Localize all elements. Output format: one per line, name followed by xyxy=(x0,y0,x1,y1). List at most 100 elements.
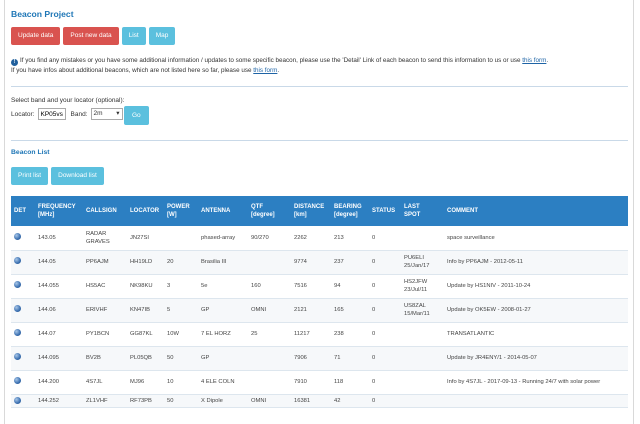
detail-icon[interactable] xyxy=(14,396,21,404)
cell-callsign: HS5AC xyxy=(83,274,127,299)
cell-locator: GG87KL xyxy=(127,322,164,347)
cell-frequency: 144.05 xyxy=(35,250,83,275)
post-new-data-button[interactable]: Post new data xyxy=(63,27,119,45)
cell-detail xyxy=(11,346,35,371)
cell-distance: 9774 xyxy=(291,250,331,275)
cell-locator: PL05QB xyxy=(127,346,164,371)
band-select[interactable]: 2m ▾ xyxy=(90,108,123,120)
cell-antenna: GP xyxy=(198,298,248,323)
info-text-1: If you find any mistakes or you have som… xyxy=(20,57,523,64)
cell-status: 0 xyxy=(369,226,401,251)
band-select-value: 2m xyxy=(93,110,103,117)
download-list-button[interactable]: Download list xyxy=(51,167,104,185)
header-qtf[interactable]: QTF [degree] xyxy=(248,196,291,226)
action-buttons: Update data Post new data List Map xyxy=(11,27,176,45)
selector-label: Select band and your locator (optional): xyxy=(11,97,125,104)
cell-bearing: 118 xyxy=(331,370,369,395)
cell-power: 5 xyxy=(164,298,198,323)
cell-status: 0 xyxy=(369,370,401,395)
cell-qtf xyxy=(248,250,291,275)
info-notice: ! If you find any mistakes or you have so… xyxy=(11,56,621,76)
cell-last-spot xyxy=(401,346,444,371)
cell-callsign: PP6AJM xyxy=(83,250,127,275)
detail-icon[interactable] xyxy=(14,377,21,384)
header-frequency[interactable]: FREQUENCY [MHz] xyxy=(35,196,83,226)
cell-qtf: 25 xyxy=(248,322,291,347)
cell-locator: JN27SI xyxy=(127,226,164,251)
cell-detail xyxy=(11,322,35,347)
detail-icon[interactable] xyxy=(14,329,21,336)
table-row: 144.06 ERIVHF KN47IB 5 GP OMNI 2121 165 0 US8ZAL 1… xyxy=(11,298,628,323)
cell-bearing: 165 xyxy=(331,298,369,323)
list-buttons: Print list Download list xyxy=(11,167,104,185)
divider xyxy=(11,86,628,87)
detail-icon[interactable] xyxy=(14,305,21,312)
header-comment[interactable]: COMMENT xyxy=(444,196,628,226)
cell-distance: 11217 xyxy=(291,322,331,347)
this-form-link-2[interactable]: this form xyxy=(253,67,277,74)
cell-last-spot: HS2JFW 23/Jul/11 xyxy=(401,274,444,299)
table-row: 144.252 ZL1VHF RF73PB 50 X Dipole OMNI 16381 42… xyxy=(11,394,628,408)
update-data-button[interactable]: Update data xyxy=(11,27,61,45)
cell-qtf: 90/270 xyxy=(248,226,291,251)
cell-power xyxy=(164,226,198,251)
detail-icon[interactable] xyxy=(14,353,21,360)
cell-status: 0 xyxy=(369,274,401,299)
cell-comment: Update by JR4ENY/1 - 2014-05-07 xyxy=(444,346,628,371)
cell-callsign: ZL1VHF xyxy=(83,394,127,408)
header-status[interactable]: STATUS xyxy=(369,196,401,226)
cell-power: 20 xyxy=(164,250,198,275)
print-list-button[interactable]: Print list xyxy=(11,167,49,185)
header-distance[interactable]: DISTANCE [km] xyxy=(291,196,331,226)
cell-comment: TRANSATLANTIC xyxy=(444,322,628,347)
cell-detail xyxy=(11,226,35,251)
exclamation-icon: ! xyxy=(11,59,18,66)
detail-icon[interactable] xyxy=(14,281,21,288)
cell-power: 3 xyxy=(164,274,198,299)
detail-icon[interactable] xyxy=(14,232,21,240)
page-border-right xyxy=(633,0,634,424)
cell-distance: 7516 xyxy=(291,274,331,299)
cell-frequency: 144.200 xyxy=(35,370,83,395)
header-last-spot[interactable]: LAST SPOT xyxy=(401,196,444,226)
info-line-1: ! If you find any mistakes or you have so… xyxy=(11,56,621,66)
header-bearing[interactable]: BEARING [degree] xyxy=(331,196,369,226)
header-power[interactable]: POWER [W] xyxy=(164,196,198,226)
cell-frequency: 144.06 xyxy=(35,298,83,323)
cell-frequency: 144.095 xyxy=(35,346,83,371)
header-locator[interactable]: LOCATOR xyxy=(127,196,164,226)
cell-power: 50 xyxy=(164,346,198,371)
go-button[interactable]: Go xyxy=(124,106,149,125)
this-form-link-1[interactable]: this form xyxy=(522,57,546,64)
cell-detail xyxy=(11,394,35,408)
cell-locator: RF73PB xyxy=(127,394,164,408)
band-label: Band: xyxy=(70,110,88,118)
cell-status: 0 xyxy=(369,298,401,323)
cell-antenna: phased-array xyxy=(198,226,248,251)
info-text-2-end: . xyxy=(277,67,280,74)
list-button[interactable]: List xyxy=(121,27,146,45)
cell-bearing: 213 xyxy=(331,226,369,251)
cell-callsign: PY1BCN xyxy=(83,322,127,347)
header-callsign[interactable]: CALLSIGN xyxy=(83,196,127,226)
cell-status: 0 xyxy=(369,250,401,275)
cell-antenna: 5e xyxy=(198,274,248,299)
cell-qtf: OMNI xyxy=(248,394,291,408)
table-row: 144.095 BV2B PL05QB 50 GP 7906 71 0 Update by JR… xyxy=(11,346,628,371)
cell-bearing: 237 xyxy=(331,250,369,275)
cell-frequency: 143.05 xyxy=(35,226,83,251)
detail-icon[interactable] xyxy=(14,257,21,264)
beacon-list-title: Beacon List xyxy=(11,149,50,156)
header-antenna[interactable]: ANTENNA xyxy=(198,196,248,226)
cell-comment: space surveillance xyxy=(444,226,628,251)
cell-comment: Info by 4S7JL - 2017-09-13 - Running 24/… xyxy=(444,370,628,395)
cell-last-spot xyxy=(401,394,444,408)
cell-locator: MJ96 xyxy=(127,370,164,395)
map-button[interactable]: Map xyxy=(148,27,176,45)
info-text-2: If you have infos about additional beaco… xyxy=(11,67,254,74)
locator-input[interactable] xyxy=(37,108,66,120)
cell-locator: NK98KU xyxy=(127,274,164,299)
cell-last-spot: US8ZAL 15/Mar/11 xyxy=(401,298,444,323)
cell-detail xyxy=(11,298,35,323)
cell-callsign: 4S7JL xyxy=(83,370,127,395)
